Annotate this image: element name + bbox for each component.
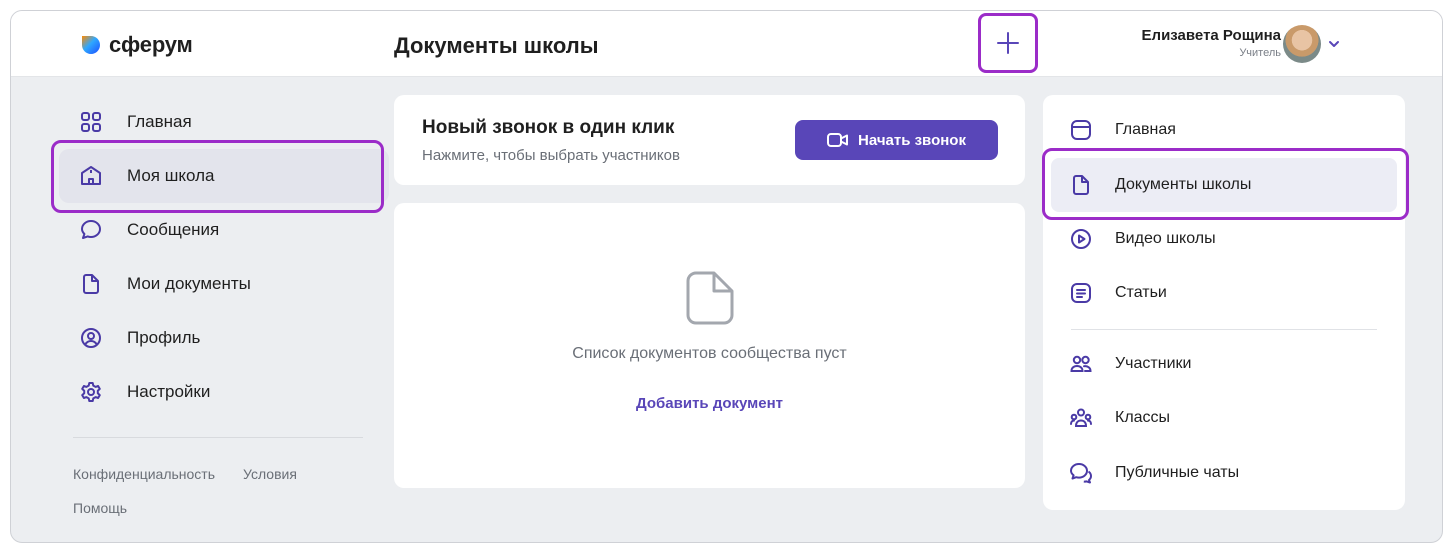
document-icon xyxy=(1069,173,1093,197)
terms-link[interactable]: Условия xyxy=(243,457,297,491)
video-camera-icon xyxy=(827,133,849,147)
community-item-home[interactable]: Главная xyxy=(1051,103,1397,157)
community-item-school-documents[interactable]: Документы школы xyxy=(1051,158,1397,212)
divider xyxy=(1071,329,1377,330)
community-item-label: Публичные чаты xyxy=(1115,464,1240,481)
community-menu: Главная Документы школы Видео школы Стат… xyxy=(1043,95,1405,510)
community-item-label: Классы xyxy=(1115,409,1171,426)
sidebar-item-my-documents[interactable]: Мои документы xyxy=(59,257,389,311)
start-call-label: Начать звонок xyxy=(858,131,966,149)
sidebar-item-label: Профиль xyxy=(127,328,201,347)
add-button[interactable] xyxy=(978,13,1038,73)
call-subtitle: Нажмите, чтобы выбрать участников xyxy=(422,147,680,164)
help-link[interactable]: Помощь xyxy=(73,491,127,525)
sidebar-item-home[interactable]: Главная xyxy=(59,95,389,149)
sidebar-item-label: Сообщения xyxy=(127,220,220,239)
play-icon xyxy=(1069,227,1093,251)
plus-icon xyxy=(997,32,1019,54)
documents-card: Список документов сообщества пуст Добави… xyxy=(394,203,1025,488)
community-item-school-videos[interactable]: Видео школы xyxy=(1051,212,1397,266)
community-item-label: Главная xyxy=(1115,121,1176,138)
sidebar-item-messages[interactable]: Сообщения xyxy=(59,203,389,257)
avatar[interactable] xyxy=(1283,25,1321,63)
gear-icon xyxy=(79,380,103,404)
users-icon xyxy=(1069,352,1093,376)
chevron-down-icon[interactable] xyxy=(1327,37,1341,51)
chats-icon xyxy=(1069,461,1093,485)
article-icon xyxy=(1069,281,1093,305)
add-document-link[interactable]: Добавить документ xyxy=(394,395,1025,412)
message-icon xyxy=(79,218,103,242)
app-window: сферум Документы школы Елизавета Рощина … xyxy=(10,10,1443,543)
page-title: Документы школы xyxy=(394,33,599,58)
school-icon xyxy=(79,164,103,188)
sidebar-item-label: Моя школа xyxy=(127,166,215,185)
top-bar: сферум Документы школы Елизавета Рощина … xyxy=(11,11,1442,77)
logo-text: сферум xyxy=(109,32,193,57)
left-sidebar: Главная Моя школа Сообщения Мои документ… xyxy=(59,95,389,419)
community-item-label: Видео школы xyxy=(1115,230,1216,247)
sidebar-item-label: Мои документы xyxy=(127,274,251,293)
call-title: Новый звонок в один клик xyxy=(422,117,675,138)
community-item-classes[interactable]: Классы xyxy=(1051,391,1397,445)
grid-icon xyxy=(79,110,103,134)
document-icon xyxy=(79,272,103,296)
empty-state-text: Список документов сообщества пуст xyxy=(572,345,847,362)
sidebar-item-label: Главная xyxy=(127,112,192,131)
logo[interactable]: сферум xyxy=(81,32,193,58)
community-item-members[interactable]: Участники xyxy=(1051,337,1397,391)
start-call-button[interactable]: Начать звонок xyxy=(795,120,998,160)
sidebar-item-my-school[interactable]: Моя школа xyxy=(59,149,389,203)
sidebar-item-label: Настройки xyxy=(127,382,211,401)
privacy-link[interactable]: Конфиденциальность xyxy=(73,457,215,491)
user-menu[interactable]: Елизавета Рощина Учитель xyxy=(1111,25,1341,65)
profile-icon xyxy=(79,326,103,350)
empty-document-icon xyxy=(686,271,734,325)
classes-icon xyxy=(1069,406,1093,430)
community-item-label: Участники xyxy=(1115,355,1192,372)
user-name: Елизавета Рощина xyxy=(1141,27,1281,44)
community-item-articles[interactable]: Статьи xyxy=(1051,266,1397,320)
community-item-label: Статьи xyxy=(1115,284,1167,301)
community-item-label: Документы школы xyxy=(1115,176,1252,193)
divider xyxy=(73,437,363,438)
sidebar-item-settings[interactable]: Настройки xyxy=(59,365,389,419)
sidebar-item-profile[interactable]: Профиль xyxy=(59,311,389,365)
home-panel-icon xyxy=(1069,118,1093,142)
call-card: Новый звонок в один клик Нажмите, чтобы … xyxy=(394,95,1025,185)
sferum-logo-icon xyxy=(82,36,100,54)
footer-links: Конфиденциальность Условия Помощь xyxy=(73,457,297,525)
community-item-public-chats[interactable]: Публичные чаты xyxy=(1051,446,1397,500)
user-role: Учитель xyxy=(1239,47,1281,59)
